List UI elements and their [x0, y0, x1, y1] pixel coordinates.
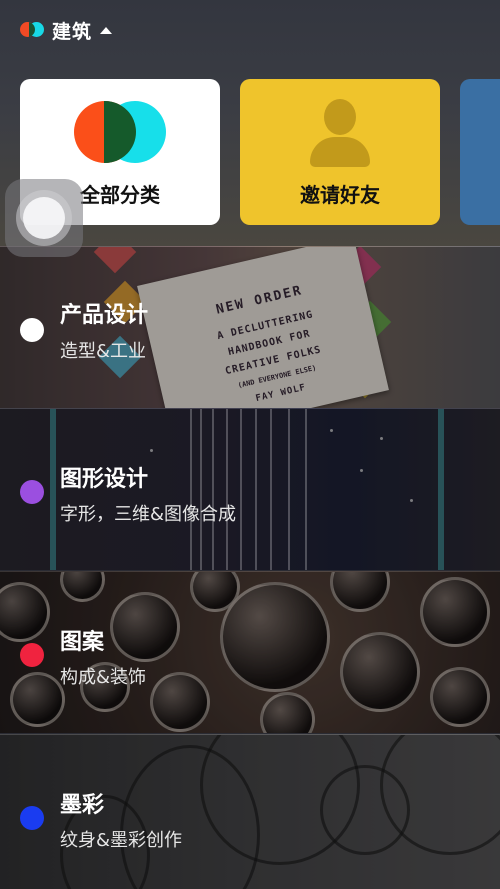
category-ink[interactable]: 墨彩 纹身&墨彩创作 [0, 734, 500, 889]
category-subtitle: 纹身&墨彩创作 [60, 830, 183, 851]
assistive-touch-button[interactable] [5, 179, 83, 257]
category-subtitle: 造型&工业 [60, 341, 147, 362]
category-graphic-design[interactable]: 图形设计 字形，三维&图像合成 [0, 408, 500, 570]
person-icon [310, 99, 370, 167]
category-subtitle: 字形，三维&图像合成 [60, 504, 237, 525]
next-card-peek[interactable] [460, 79, 500, 225]
header[interactable]: 建筑 [18, 17, 113, 44]
category-title: 墨彩 [60, 793, 105, 818]
category-dot [20, 318, 44, 342]
category-patterns[interactable]: 图案 构成&装饰 [0, 571, 500, 733]
category-title: 图案 [60, 630, 105, 655]
logo-icon [18, 19, 46, 41]
invite-friends-label: 邀请好友 [300, 183, 380, 207]
category-dot [20, 806, 44, 830]
category-title: 图形设计 [60, 467, 149, 492]
venn-icon [74, 101, 166, 163]
category-title: 产品设计 [60, 303, 149, 328]
category-product-design[interactable]: NEW ORDER A DECLUTTERING HANDBOOK FOR CR… [0, 246, 500, 408]
category-dot [20, 480, 44, 504]
category-dot [20, 643, 44, 667]
category-title[interactable]: 建筑 [52, 17, 92, 44]
caret-up-icon[interactable] [100, 26, 113, 34]
invite-friends-card[interactable]: 邀请好友 [240, 79, 440, 225]
category-subtitle: 构成&装饰 [60, 667, 147, 688]
